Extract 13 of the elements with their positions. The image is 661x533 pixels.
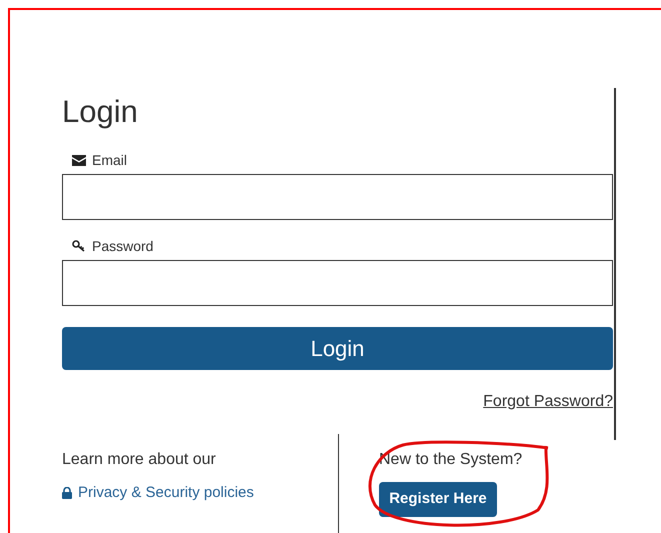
lock-icon bbox=[62, 487, 72, 500]
key-icon bbox=[72, 240, 86, 252]
login-title: Login bbox=[62, 93, 139, 131]
forgot-password-link[interactable]: Forgot Password? bbox=[483, 390, 613, 414]
input-field[interactable] bbox=[62, 260, 613, 306]
info-text: Learn more about our bbox=[62, 450, 217, 470]
input-field[interactable] bbox=[62, 174, 613, 220]
privacy-link[interactable]: Privacy & Security policies bbox=[78, 482, 254, 504]
envelope-icon bbox=[72, 154, 86, 166]
field-label: Password bbox=[92, 236, 154, 256]
register-button[interactable]: Register Here bbox=[379, 482, 497, 517]
login-button[interactable]: Login bbox=[62, 327, 613, 370]
field-label: Email bbox=[92, 150, 128, 170]
